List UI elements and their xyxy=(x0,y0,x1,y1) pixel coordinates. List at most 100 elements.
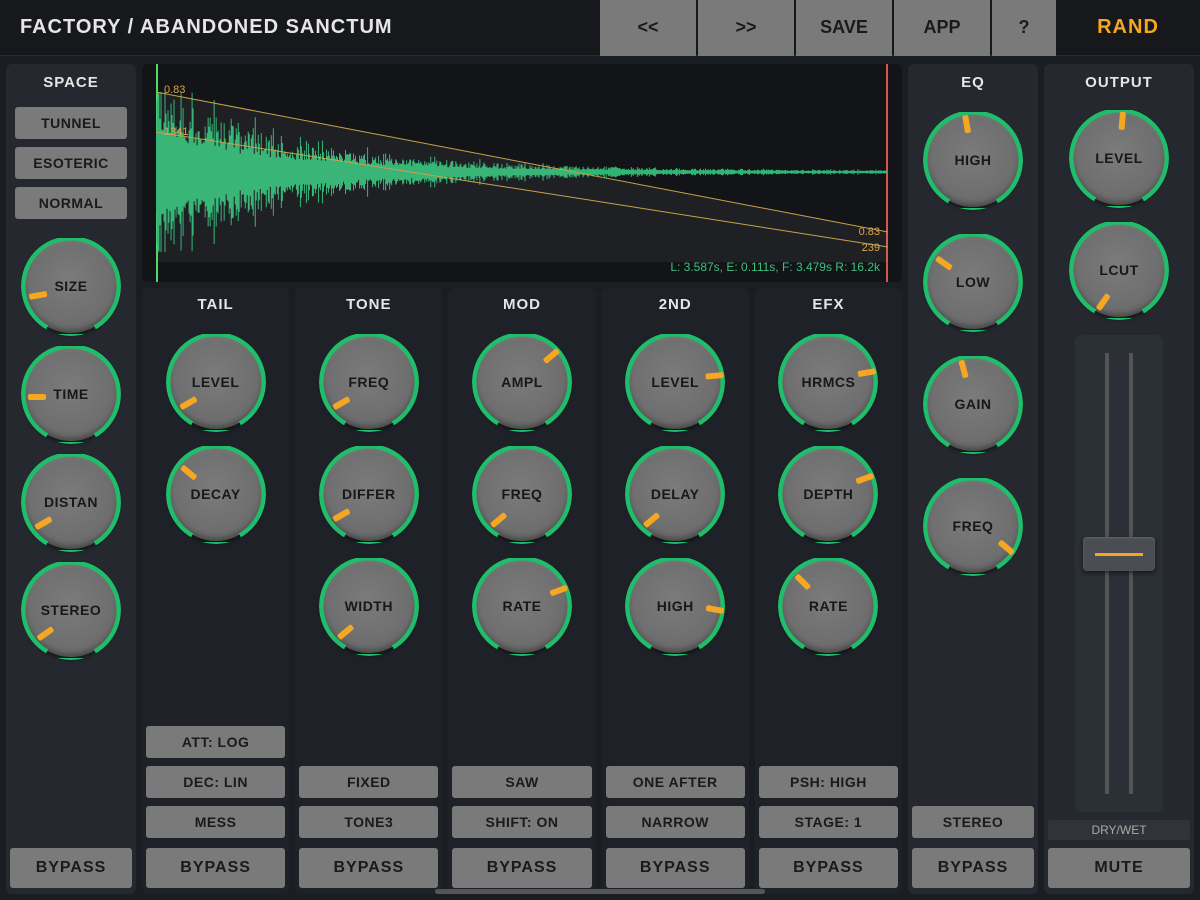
eq-freq-knob[interactable]: FREQ xyxy=(926,479,1020,573)
output-mute-button[interactable]: MUTE xyxy=(1048,848,1190,888)
knob-label: DIFFER xyxy=(322,447,416,541)
tail-dec-mode-button[interactable]: DEC: LIN xyxy=(146,766,285,798)
eq-panel: EQ HIGH LOW GAIN FREQ STEREO BYPASS xyxy=(908,64,1038,894)
space-mode-tunnel[interactable]: TUNNEL xyxy=(15,107,127,139)
envelope-overlay xyxy=(156,92,888,262)
second-bypass-button[interactable]: BYPASS xyxy=(606,848,745,888)
tone-bypass-button[interactable]: BYPASS xyxy=(299,848,438,888)
main-area: SPACE TUNNEL ESOTERIC NORMAL SIZE TIME D… xyxy=(0,56,1200,900)
space-bypass-button[interactable]: BYPASS xyxy=(10,848,132,888)
knob-label: DECAY xyxy=(169,447,263,541)
top-header: FACTORY / ABANDONED SANCTUM << >> SAVE A… xyxy=(0,0,1200,56)
sections-row: TAIL LEVEL DECAY ATT: LOG DEC: LIN MESS … xyxy=(142,288,902,894)
fader-track-right xyxy=(1129,353,1133,794)
second-panel: 2ND LEVEL DELAY HIGH ONE AFTER NARROW BY… xyxy=(602,288,749,894)
tail-title: TAIL xyxy=(197,296,233,313)
tone-panel: TONE FREQ DIFFER WIDTH FIXED TONE3 BYPAS… xyxy=(295,288,442,894)
tail-decay-knob[interactable]: DECAY xyxy=(169,447,263,541)
preset-title[interactable]: FACTORY / ABANDONED SANCTUM xyxy=(0,16,598,39)
eq-gain-knob[interactable]: GAIN xyxy=(926,357,1020,451)
output-level-knob[interactable]: LEVEL xyxy=(1072,111,1166,205)
tail-mess-button[interactable]: MESS xyxy=(146,806,285,838)
mod-shape-button[interactable]: SAW xyxy=(452,766,591,798)
prev-preset-button[interactable]: << xyxy=(600,0,696,56)
waveform-top-amp-label: 0.83 xyxy=(164,84,185,96)
eq-high-knob[interactable]: HIGH xyxy=(926,113,1020,207)
drywet-fader[interactable] xyxy=(1075,335,1163,812)
efx-psh-button[interactable]: PSH: HIGH xyxy=(759,766,898,798)
efx-depth-knob[interactable]: DEPTH xyxy=(781,447,875,541)
output-panel: OUTPUT LEVEL LCUT DRY/WET MUTE xyxy=(1044,64,1194,894)
efx-stage-button[interactable]: STAGE: 1 xyxy=(759,806,898,838)
help-button[interactable]: ? xyxy=(992,0,1056,56)
tone-fixed-button[interactable]: FIXED xyxy=(299,766,438,798)
efx-bypass-button[interactable]: BYPASS xyxy=(759,848,898,888)
mod-rate-knob[interactable]: RATE xyxy=(475,559,569,653)
knob-label: WIDTH xyxy=(322,559,416,653)
second-title: 2ND xyxy=(659,296,692,313)
waveform-status-text: L: 3.587s, E: 0.111s, F: 3.479s R: 16.2k xyxy=(670,260,880,274)
knob-label: TIME xyxy=(24,347,118,441)
knob-label: LOW xyxy=(926,235,1020,329)
save-button[interactable]: SAVE xyxy=(796,0,892,56)
knob-label: LEVEL xyxy=(169,335,263,429)
space-mode-normal[interactable]: NORMAL xyxy=(15,187,127,219)
efx-panel: EFX HRMCS DEPTH RATE PSH: HIGH STAGE: 1 … xyxy=(755,288,902,894)
knob-label: FREQ xyxy=(926,479,1020,573)
mod-bypass-button[interactable]: BYPASS xyxy=(452,848,591,888)
waveform-freq-label: 1341 xyxy=(164,126,188,138)
efx-rate-knob[interactable]: RATE xyxy=(781,559,875,653)
eq-low-knob[interactable]: LOW xyxy=(926,235,1020,329)
second-high-knob[interactable]: HIGH xyxy=(628,559,722,653)
tone-differ-knob[interactable]: DIFFER xyxy=(322,447,416,541)
eq-bypass-button[interactable]: BYPASS xyxy=(912,848,1034,888)
knob-label: SIZE xyxy=(24,239,118,333)
mod-ampl-knob[interactable]: AMPL xyxy=(475,335,569,429)
knob-label: LCUT xyxy=(1072,223,1166,317)
space-mode-esoteric[interactable]: ESOTERIC xyxy=(15,147,127,179)
second-level-knob[interactable]: LEVEL xyxy=(628,335,722,429)
second-narrow-button[interactable]: NARROW xyxy=(606,806,745,838)
knob-label: DELAY xyxy=(628,447,722,541)
drywet-label[interactable]: DRY/WET xyxy=(1048,820,1190,840)
tail-att-mode-button[interactable]: ATT: LOG xyxy=(146,726,285,758)
tail-panel: TAIL LEVEL DECAY ATT: LOG DEC: LIN MESS … xyxy=(142,288,289,894)
fader-track-left xyxy=(1105,353,1109,794)
output-lcut-knob[interactable]: LCUT xyxy=(1072,223,1166,317)
mod-freq-knob[interactable]: FREQ xyxy=(475,447,569,541)
output-title: OUTPUT xyxy=(1085,74,1153,91)
knob-label: DISTAN xyxy=(24,455,118,549)
waveform-end-freq-label: 239 xyxy=(862,242,880,254)
waveform-display[interactable]: 0.83 1341 0.83 239 L: 3.587s, E: 0.111s,… xyxy=(142,64,902,282)
space-title: SPACE xyxy=(43,74,99,91)
time-knob[interactable]: TIME xyxy=(24,347,118,441)
knob-label: FREQ xyxy=(322,335,416,429)
tone-width-knob[interactable]: WIDTH xyxy=(322,559,416,653)
tone-type-button[interactable]: TONE3 xyxy=(299,806,438,838)
distance-knob[interactable]: DISTAN xyxy=(24,455,118,549)
stereo-knob[interactable]: STEREO xyxy=(24,563,118,657)
home-indicator xyxy=(435,889,765,894)
tail-level-knob[interactable]: LEVEL xyxy=(169,335,263,429)
eq-stereo-button[interactable]: STEREO xyxy=(912,806,1034,838)
knob-label: HRMCS xyxy=(781,335,875,429)
knob-label: HIGH xyxy=(926,113,1020,207)
size-knob[interactable]: SIZE xyxy=(24,239,118,333)
second-mode-button[interactable]: ONE AFTER xyxy=(606,766,745,798)
app-button[interactable]: APP xyxy=(894,0,990,56)
efx-title: EFX xyxy=(812,296,844,313)
knob-label: FREQ xyxy=(475,447,569,541)
tone-freq-knob[interactable]: FREQ xyxy=(322,335,416,429)
mod-title: MOD xyxy=(503,296,541,313)
efx-hrmcs-knob[interactable]: HRMCS xyxy=(781,335,875,429)
tail-bypass-button[interactable]: BYPASS xyxy=(146,848,285,888)
knob-label: AMPL xyxy=(475,335,569,429)
next-preset-button[interactable]: >> xyxy=(698,0,794,56)
knob-label: STEREO xyxy=(24,563,118,657)
mod-shift-button[interactable]: SHIFT: ON xyxy=(452,806,591,838)
randomize-button[interactable]: RAND xyxy=(1056,16,1200,39)
second-delay-knob[interactable]: DELAY xyxy=(628,447,722,541)
fader-cap[interactable] xyxy=(1083,537,1155,571)
eq-title: EQ xyxy=(961,74,985,91)
knob-label: LEVEL xyxy=(628,335,722,429)
